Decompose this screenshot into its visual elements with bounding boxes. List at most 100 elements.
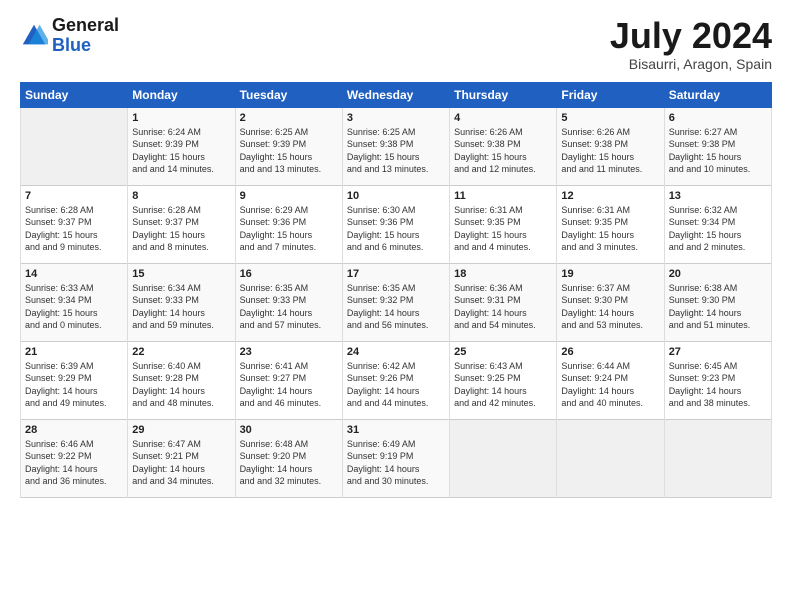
cell-content: Sunrise: 6:32 AMSunset: 9:34 PMDaylight:… [669, 204, 767, 254]
day-number: 19 [561, 268, 659, 280]
day-number: 11 [454, 190, 552, 202]
day-number: 20 [669, 268, 767, 280]
cell-content: Sunrise: 6:34 AMSunset: 9:33 PMDaylight:… [132, 282, 230, 332]
cell-4-0: 28 Sunrise: 6:46 AMSunset: 9:22 PMDayligh… [21, 419, 128, 497]
day-number: 1 [132, 112, 230, 124]
day-number: 12 [561, 190, 659, 202]
cell-3-6: 27Sunrise: 6:45 AMSunset: 9:23 PMDayligh… [664, 341, 771, 419]
week-row-4: 28 Sunrise: 6:46 AMSunset: 9:22 PMDayligh… [21, 419, 772, 497]
cell-2-2: 16Sunrise: 6:35 AMSunset: 9:33 PMDayligh… [235, 263, 342, 341]
cell-content: Sunrise: 6:25 AMSunset: 9:38 PMDaylight:… [347, 126, 445, 176]
cell-content: Sunrise: 6:47 AMSunset: 9:21 PMDaylight:… [132, 438, 230, 488]
day-number: 18 [454, 268, 552, 280]
day-number: 6 [669, 112, 767, 124]
cell-content: Sunrise: 6:46 AMSunset: 9:22 PMDaylight:… [25, 438, 123, 488]
cell-content: Sunrise: 6:30 AMSunset: 9:36 PMDaylight:… [347, 204, 445, 254]
day-number: 29 [132, 424, 230, 436]
subtitle: Bisaurri, Aragon, Spain [610, 56, 772, 72]
header-monday: Monday [128, 82, 235, 107]
cell-content: Sunrise: 6:45 AMSunset: 9:23 PMDaylight:… [669, 360, 767, 410]
day-number: 30 [240, 424, 338, 436]
cell-content: Sunrise: 6:31 AMSunset: 9:35 PMDaylight:… [561, 204, 659, 254]
cell-0-6: 6 Sunrise: 6:27 AMSunset: 9:38 PMDaylight… [664, 107, 771, 185]
cell-4-2: 30 Sunrise: 6:48 AMSunset: 9:20 PMDayligh… [235, 419, 342, 497]
header-row: Sunday Monday Tuesday Wednesday Thursday… [21, 82, 772, 107]
cell-1-4: 11 Sunrise: 6:31 AMSunset: 9:35 PMDayligh… [450, 185, 557, 263]
cell-4-1: 29 Sunrise: 6:47 AMSunset: 9:21 PMDayligh… [128, 419, 235, 497]
cell-2-3: 17 Sunrise: 6:35 AMSunset: 9:32 PMDayligh… [342, 263, 449, 341]
day-number: 2 [240, 112, 338, 124]
week-row-1: 7 Sunrise: 6:28 AMSunset: 9:37 PMDaylight… [21, 185, 772, 263]
cell-4-6 [664, 419, 771, 497]
header-sunday: Sunday [21, 82, 128, 107]
cell-4-4 [450, 419, 557, 497]
day-number: 17 [347, 268, 445, 280]
cell-content: Sunrise: 6:33 AMSunset: 9:34 PMDaylight:… [25, 282, 123, 332]
cell-1-6: 13Sunrise: 6:32 AMSunset: 9:34 PMDayligh… [664, 185, 771, 263]
cell-content: Sunrise: 6:28 AMSunset: 9:37 PMDaylight:… [132, 204, 230, 254]
day-number: 25 [454, 346, 552, 358]
cell-4-3: 31Sunrise: 6:49 AMSunset: 9:19 PMDayligh… [342, 419, 449, 497]
cell-3-0: 21 Sunrise: 6:39 AMSunset: 9:29 PMDayligh… [21, 341, 128, 419]
cell-4-5 [557, 419, 664, 497]
cell-content: Sunrise: 6:39 AMSunset: 9:29 PMDaylight:… [25, 360, 123, 410]
cell-content: Sunrise: 6:35 AMSunset: 9:32 PMDaylight:… [347, 282, 445, 332]
cell-content: Sunrise: 6:26 AMSunset: 9:38 PMDaylight:… [454, 126, 552, 176]
day-number: 8 [132, 190, 230, 202]
cell-content: Sunrise: 6:24 AMSunset: 9:39 PMDaylight:… [132, 126, 230, 176]
cell-0-2: 2Sunrise: 6:25 AMSunset: 9:39 PMDaylight… [235, 107, 342, 185]
cell-content: Sunrise: 6:26 AMSunset: 9:38 PMDaylight:… [561, 126, 659, 176]
cell-0-1: 1 Sunrise: 6:24 AMSunset: 9:39 PMDaylight… [128, 107, 235, 185]
header: General Blue July 2024 Bisaurri, Aragon,… [20, 16, 772, 72]
cell-0-0 [21, 107, 128, 185]
cell-content: Sunrise: 6:40 AMSunset: 9:28 PMDaylight:… [132, 360, 230, 410]
cell-1-3: 10Sunrise: 6:30 AMSunset: 9:36 PMDayligh… [342, 185, 449, 263]
day-number: 23 [240, 346, 338, 358]
logo: General Blue [20, 16, 119, 56]
day-number: 14 [25, 268, 123, 280]
day-number: 16 [240, 268, 338, 280]
title-block: July 2024 Bisaurri, Aragon, Spain [610, 16, 772, 72]
cell-2-0: 14 Sunrise: 6:33 AMSunset: 9:34 PMDayligh… [21, 263, 128, 341]
cell-content: Sunrise: 6:42 AMSunset: 9:26 PMDaylight:… [347, 360, 445, 410]
cell-0-3: 3 Sunrise: 6:25 AMSunset: 9:38 PMDaylight… [342, 107, 449, 185]
calendar-table: Sunday Monday Tuesday Wednesday Thursday… [20, 82, 772, 498]
day-number: 3 [347, 112, 445, 124]
day-number: 28 [25, 424, 123, 436]
cell-3-3: 24 Sunrise: 6:42 AMSunset: 9:26 PMDayligh… [342, 341, 449, 419]
day-number: 21 [25, 346, 123, 358]
header-saturday: Saturday [664, 82, 771, 107]
page-container: General Blue July 2024 Bisaurri, Aragon,… [0, 0, 792, 508]
cell-3-4: 25 Sunrise: 6:43 AMSunset: 9:25 PMDayligh… [450, 341, 557, 419]
cell-1-0: 7 Sunrise: 6:28 AMSunset: 9:37 PMDaylight… [21, 185, 128, 263]
cell-3-1: 22 Sunrise: 6:40 AMSunset: 9:28 PMDayligh… [128, 341, 235, 419]
day-number: 31 [347, 424, 445, 436]
day-number: 7 [25, 190, 123, 202]
day-number: 5 [561, 112, 659, 124]
cell-content: Sunrise: 6:43 AMSunset: 9:25 PMDaylight:… [454, 360, 552, 410]
day-number: 26 [561, 346, 659, 358]
day-number: 9 [240, 190, 338, 202]
cell-3-2: 23 Sunrise: 6:41 AMSunset: 9:27 PMDayligh… [235, 341, 342, 419]
day-number: 22 [132, 346, 230, 358]
logo-blue: Blue [52, 35, 91, 55]
cell-1-5: 12 Sunrise: 6:31 AMSunset: 9:35 PMDayligh… [557, 185, 664, 263]
week-row-3: 21 Sunrise: 6:39 AMSunset: 9:29 PMDayligh… [21, 341, 772, 419]
cell-2-4: 18Sunrise: 6:36 AMSunset: 9:31 PMDayligh… [450, 263, 557, 341]
cell-0-4: 4Sunrise: 6:26 AMSunset: 9:38 PMDaylight… [450, 107, 557, 185]
calendar-body: 1 Sunrise: 6:24 AMSunset: 9:39 PMDaylight… [21, 107, 772, 497]
month-title: July 2024 [610, 16, 772, 56]
logo-icon [20, 22, 48, 50]
day-number: 24 [347, 346, 445, 358]
cell-content: Sunrise: 6:41 AMSunset: 9:27 PMDaylight:… [240, 360, 338, 410]
logo-general: General [52, 15, 119, 35]
cell-content: Sunrise: 6:27 AMSunset: 9:38 PMDaylight:… [669, 126, 767, 176]
logo-text: General Blue [52, 16, 119, 56]
header-thursday: Thursday [450, 82, 557, 107]
header-wednesday: Wednesday [342, 82, 449, 107]
cell-1-1: 8 Sunrise: 6:28 AMSunset: 9:37 PMDaylight… [128, 185, 235, 263]
cell-content: Sunrise: 6:28 AMSunset: 9:37 PMDaylight:… [25, 204, 123, 254]
cell-2-1: 15Sunrise: 6:34 AMSunset: 9:33 PMDayligh… [128, 263, 235, 341]
cell-content: Sunrise: 6:31 AMSunset: 9:35 PMDaylight:… [454, 204, 552, 254]
cell-content: Sunrise: 6:48 AMSunset: 9:20 PMDaylight:… [240, 438, 338, 488]
